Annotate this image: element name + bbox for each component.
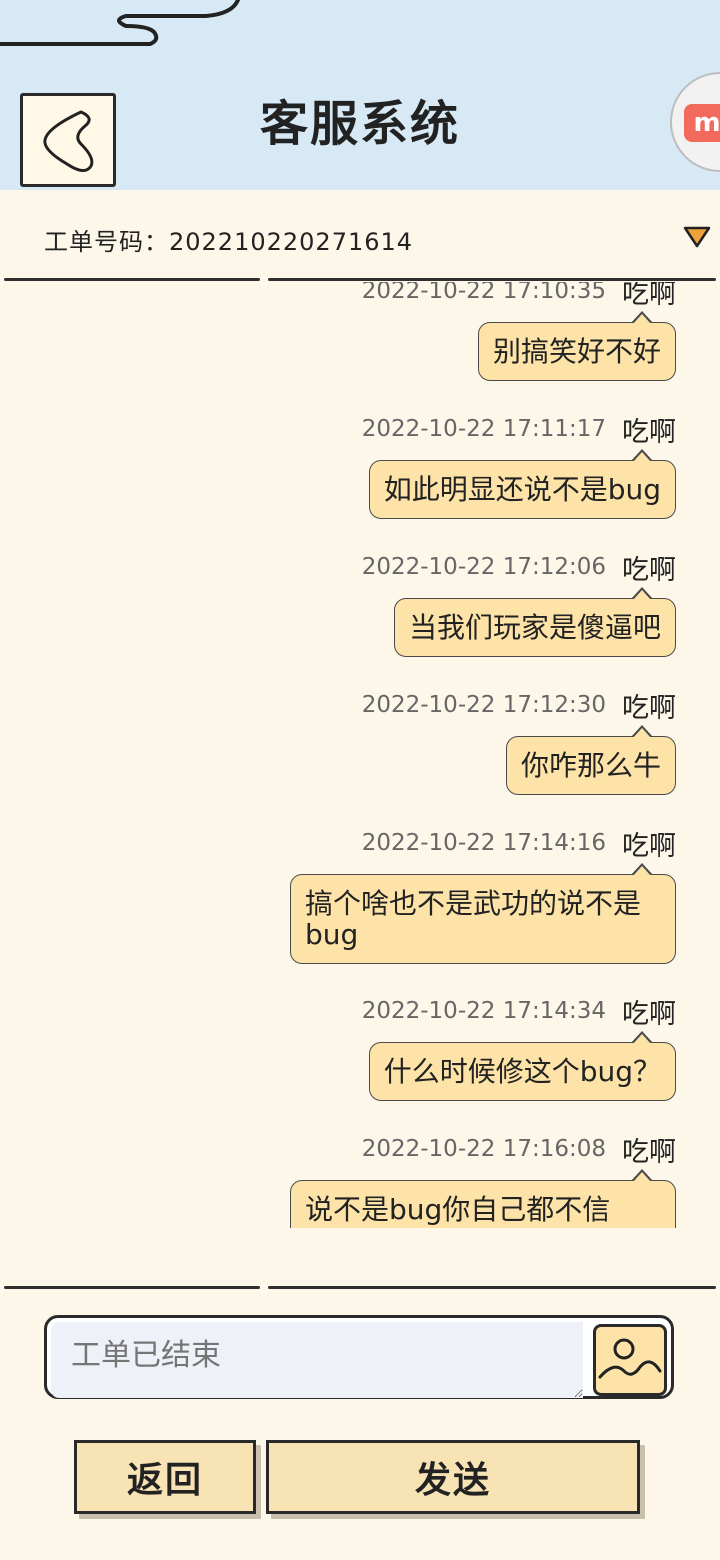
message-meta: 2022-10-22 17:14:34 吃啊 xyxy=(361,994,676,1030)
message-user: 吃啊 xyxy=(622,998,676,1030)
message-bubble: 如此明显还说不是bug xyxy=(368,449,676,519)
message-user: 吃啊 xyxy=(622,554,676,586)
bottom-divider-left xyxy=(4,1286,260,1289)
dropdown-triangle-icon[interactable] xyxy=(682,224,712,250)
message-bubble: 当我们玩家是傻逼吧 xyxy=(393,587,676,657)
ticket-selector[interactable]: 工单号码：202210220271614 xyxy=(0,190,720,282)
image-icon xyxy=(598,1338,662,1379)
message-meta: 2022-10-22 17:10:35 吃啊 xyxy=(361,282,676,310)
top-divider-right xyxy=(268,278,716,281)
message-input-box xyxy=(44,1315,674,1399)
ticket-number: 工单号码：202210220271614 xyxy=(44,228,414,256)
message-bubble: 你咋那么牛 xyxy=(505,725,676,795)
send-button[interactable]: 发送 xyxy=(266,1440,640,1514)
message-meta: 2022-10-22 17:11:17 吃啊 xyxy=(361,412,676,448)
message-meta: 2022-10-22 17:12:30 吃啊 xyxy=(361,688,676,724)
message-input[interactable] xyxy=(51,1322,583,1398)
message-time: 2022-10-22 17:14:34 xyxy=(361,998,606,1024)
message-time: 2022-10-22 17:12:06 xyxy=(361,554,606,580)
message-bubble: 说不是bug你自己都不信 xyxy=(290,1169,676,1228)
page-title: 客服系统 xyxy=(259,96,460,152)
top-divider-left xyxy=(4,278,260,281)
message-time: 2022-10-22 17:14:16 xyxy=(361,830,606,856)
message-user: 吃啊 xyxy=(622,282,676,310)
avatar-logo: m xyxy=(684,104,720,142)
header: 客服系统 m xyxy=(0,0,720,190)
chat-message-list[interactable]: 2022-10-22 17:10:35 吃啊 别搞笑好不好 2022-10-22… xyxy=(0,282,720,1228)
return-button[interactable]: 返回 xyxy=(74,1440,256,1514)
bottom-divider-right xyxy=(268,1286,716,1289)
message-time: 2022-10-22 17:10:35 xyxy=(361,282,606,304)
message-time: 2022-10-22 17:16:08 xyxy=(361,1136,606,1162)
message-user: 吃啊 xyxy=(622,416,676,448)
message-meta: 2022-10-22 17:16:08 吃啊 xyxy=(361,1132,676,1168)
message-meta: 2022-10-22 17:14:16 吃啊 xyxy=(361,826,676,862)
message-user: 吃啊 xyxy=(622,692,676,724)
message-time: 2022-10-22 17:11:17 xyxy=(361,416,606,442)
message-time: 2022-10-22 17:12:30 xyxy=(361,692,606,718)
message-bubble: 什么时候修这个bug？ xyxy=(368,1031,676,1101)
message-user: 吃啊 xyxy=(622,830,676,862)
message-bubble: 搞个啥也不是武功的说不是bug xyxy=(290,863,676,964)
message-meta: 2022-10-22 17:12:06 吃啊 xyxy=(361,550,676,586)
message-bubble: 别搞笑好不好 xyxy=(477,311,676,381)
cloud-decoration xyxy=(0,0,240,46)
image-upload-button[interactable] xyxy=(593,1324,667,1396)
message-user: 吃啊 xyxy=(622,1136,676,1168)
